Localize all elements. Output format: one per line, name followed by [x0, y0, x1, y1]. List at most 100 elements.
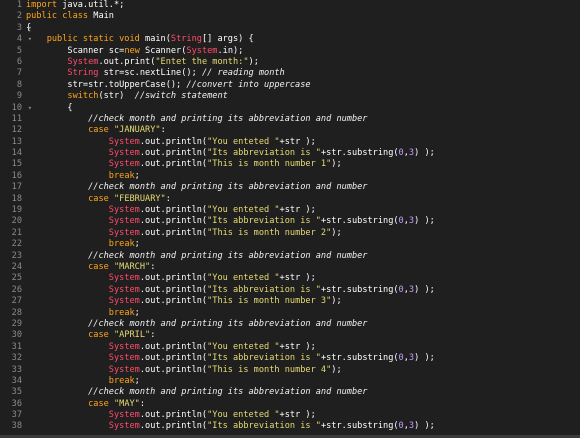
code-text[interactable]: //check month and printing its abbreviat…: [26, 387, 367, 398]
code-line[interactable]: 15 System.out.println("This is month num…: [0, 159, 580, 170]
code-line[interactable]: 34 break;: [0, 376, 580, 387]
code-token-type: System: [108, 227, 140, 238]
code-line[interactable]: 29 //check month and printing its abbrev…: [0, 319, 580, 330]
code-token-plain: :: [160, 125, 166, 136]
code-text[interactable]: case "MARCH":: [26, 262, 155, 273]
code-text[interactable]: case "JANUARY":: [26, 125, 166, 136]
code-line[interactable]: 6 System.out.print("Entet the month:");: [0, 57, 580, 68]
code-text[interactable]: case "FEBRUARY":: [26, 194, 171, 205]
code-text[interactable]: System.out.println("This is month number…: [26, 228, 342, 239]
code-line[interactable]: 31 System.out.println("You enteted "+str…: [0, 342, 580, 353]
code-line[interactable]: 24 case "MARCH":: [0, 262, 580, 273]
code-line[interactable]: 9 switch(str) //switch statement: [0, 91, 580, 102]
code-token-plain: main(: [139, 34, 171, 45]
code-token-plain: .in);: [217, 45, 244, 56]
code-token-plain: );: [331, 227, 342, 238]
line-number: 31: [11, 341, 22, 352]
code-line[interactable]: 17 //check month and printing its abbrev…: [0, 182, 580, 193]
code-text[interactable]: String str=sc.nextLine(); // reading mon…: [26, 68, 284, 79]
code-line[interactable]: 37 System.out.println("You enteted "+str…: [0, 410, 580, 421]
code-token-plain: ) );: [414, 421, 435, 432]
code-text[interactable]: break;: [26, 239, 140, 250]
code-line[interactable]: 38 System.out.println("Its abbreviation …: [0, 421, 580, 432]
code-line[interactable]: 13 System.out.println("You enteted "+str…: [0, 137, 580, 148]
code-line[interactable]: 2 public class Main: [0, 11, 580, 22]
code-line[interactable]: 20 System.out.println("Its abbreviation …: [0, 216, 580, 227]
code-line[interactable]: 35 //check month and printing its abbrev…: [0, 387, 580, 398]
code-line[interactable]: 23 //check month and printing its abbrev…: [0, 251, 580, 262]
line-number: 17: [11, 182, 22, 193]
code-lines[interactable]: 1 import java.util.*; 2 public class Main 3 ▾…: [0, 0, 580, 433]
code-text[interactable]: switch(str) //switch statement: [26, 91, 227, 102]
code-text[interactable]: System.out.println("You enteted "+str );: [26, 273, 316, 284]
code-line[interactable]: 25 System.out.println("You enteted "+str…: [0, 273, 580, 284]
code-text[interactable]: System.out.println("This is month number…: [26, 365, 342, 376]
code-text[interactable]: System.out.println("Its abbreviation is …: [26, 148, 435, 159]
code-line[interactable]: 33 System.out.println("This is month num…: [0, 365, 580, 376]
line-number: 8: [16, 79, 22, 90]
code-text[interactable]: System.out.println("Its abbreviation is …: [26, 353, 435, 364]
code-line[interactable]: 8 str=str.toUpperCase(); //convert into …: [0, 80, 580, 91]
code-text[interactable]: System.out.println("You enteted "+str );: [26, 342, 316, 353]
code-text[interactable]: import java.util.*;: [26, 0, 124, 11]
code-line[interactable]: 4 ▾ public static void main(String[] args…: [0, 34, 580, 45]
code-line[interactable]: 1 import java.util.*;: [0, 0, 580, 11]
code-line[interactable]: 7 String str=sc.nextLine(); // reading m…: [0, 68, 580, 79]
code-text[interactable]: System.out.println("Its abbreviation is …: [26, 285, 435, 296]
code-text[interactable]: System.out.println("You enteted "+str );: [26, 137, 316, 148]
code-token-plain: java.util.*;: [57, 0, 125, 10]
code-line[interactable]: 30 case "APRIL":: [0, 330, 580, 341]
code-line[interactable]: 26 System.out.println("Its abbreviation …: [0, 285, 580, 296]
code-text[interactable]: break;: [26, 171, 140, 182]
line-number: 15: [11, 159, 22, 170]
code-text[interactable]: //check month and printing its abbreviat…: [26, 251, 367, 262]
code-text[interactable]: //check month and printing its abbreviat…: [26, 319, 367, 330]
code-text[interactable]: public static void main(String[] args) {: [26, 34, 254, 45]
code-text[interactable]: //check month and printing its abbreviat…: [26, 182, 367, 193]
code-text[interactable]: System.out.println("This is month number…: [26, 159, 342, 170]
code-text[interactable]: public class Main: [26, 11, 114, 22]
code-text[interactable]: case "MAY":: [26, 399, 145, 410]
code-text[interactable]: case "APRIL":: [26, 330, 155, 341]
code-line[interactable]: 3 ▾{: [0, 23, 580, 34]
code-line[interactable]: 18 case "FEBRUARY":: [0, 194, 580, 205]
code-line[interactable]: 10 ▾ {: [0, 103, 580, 114]
code-token-str: "This is month number 3": [207, 296, 332, 307]
code-line[interactable]: 16 break;: [0, 171, 580, 182]
code-text[interactable]: {: [26, 103, 72, 114]
code-text[interactable]: Scanner sc=new Scanner(System.in);: [26, 46, 243, 57]
code-text[interactable]: System.out.print("Entet the month:");: [26, 57, 258, 68]
code-line[interactable]: 22 break;: [0, 239, 580, 250]
code-line[interactable]: 32 System.out.println("Its abbreviation …: [0, 353, 580, 364]
code-text[interactable]: System.out.println("Its abbreviation is …: [26, 216, 435, 227]
code-line[interactable]: 11 //check month and printing its abbrev…: [0, 114, 580, 125]
code-line[interactable]: 21 System.out.println("This is month num…: [0, 228, 580, 239]
code-line[interactable]: 36 case "MAY":: [0, 399, 580, 410]
code-line[interactable]: 19 System.out.println("You enteted "+str…: [0, 205, 580, 216]
line-number: 24: [11, 261, 22, 272]
code-text[interactable]: str=str.toUpperCase(); //convert into up…: [26, 80, 310, 91]
code-text[interactable]: System.out.println("Its abbreviation is …: [26, 421, 435, 432]
code-token-kw: import: [26, 0, 58, 10]
code-text[interactable]: System.out.println("You enteted "+str );: [26, 205, 316, 216]
code-text[interactable]: break;: [26, 376, 140, 387]
code-token-plain: Scanner sc=: [26, 45, 125, 56]
code-editor[interactable]: 1 import java.util.*; 2 public class Main 3 ▾…: [0, 0, 580, 438]
code-token-type: System: [108, 159, 140, 170]
code-text[interactable]: System.out.println("You enteted "+str );: [26, 410, 316, 421]
code-text[interactable]: //check month and printing its abbreviat…: [26, 114, 367, 125]
code-line[interactable]: 14 System.out.println("Its abbreviation …: [0, 148, 580, 159]
code-text[interactable]: System.out.println("This is month number…: [26, 296, 342, 307]
code-line[interactable]: 12 case "JANUARY":: [0, 125, 580, 136]
code-line[interactable]: 28 break;: [0, 308, 580, 319]
code-token-str: "JANUARY": [113, 125, 161, 136]
code-text[interactable]: break;: [26, 308, 140, 319]
code-line[interactable]: 27 System.out.println("This is month num…: [0, 296, 580, 307]
code-line[interactable]: 5 Scanner sc=new Scanner(System.in);: [0, 46, 580, 57]
line-number: 13: [11, 136, 22, 147]
line-number: 19: [11, 205, 22, 216]
code-text[interactable]: {: [26, 23, 31, 34]
